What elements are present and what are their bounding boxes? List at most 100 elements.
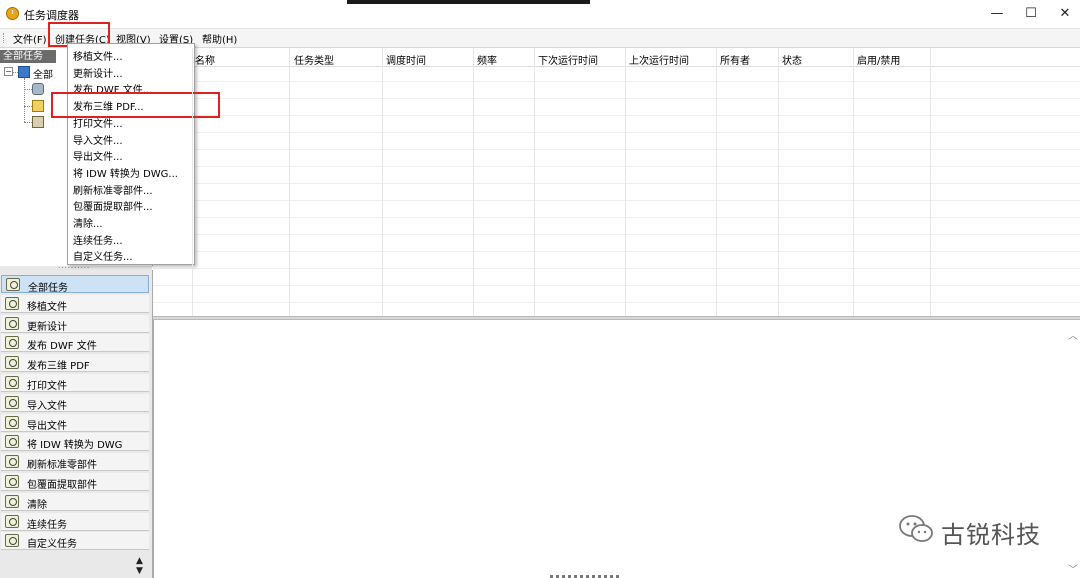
- category-item[interactable]: 连续任务: [1, 512, 149, 531]
- task-clock-icon: [5, 475, 19, 488]
- window-title: 任务调度器: [24, 9, 79, 22]
- background-window-strip: [347, 0, 590, 4]
- category-item[interactable]: 导出文件: [1, 413, 149, 432]
- tree-child-user-icon[interactable]: [32, 83, 44, 95]
- menu-file[interactable]: 文件(F): [13, 31, 47, 46]
- column-separator[interactable]: [716, 48, 717, 316]
- category-label: 清除: [27, 499, 47, 511]
- column-header[interactable]: 状态: [782, 52, 802, 67]
- category-item[interactable]: 发布 DWF 文件: [1, 334, 149, 353]
- category-label: 刷新标准零部件: [27, 460, 97, 472]
- highlight-box-pdf: [51, 92, 220, 118]
- category-label: 更新设计: [27, 321, 67, 333]
- column-header[interactable]: 下次运行时间: [538, 52, 598, 67]
- column-separator[interactable]: [192, 48, 193, 316]
- tree-header: 全部任务: [0, 50, 56, 63]
- category-item[interactable]: 全部任务: [1, 275, 149, 294]
- category-item[interactable]: 发布三维 PDF: [1, 354, 149, 373]
- column-separator[interactable]: [625, 48, 626, 316]
- task-clock-icon: [5, 534, 19, 548]
- column-header[interactable]: 启用/禁用: [857, 52, 900, 67]
- category-item[interactable]: 刷新标准零部件: [1, 453, 149, 472]
- tree-connector: [24, 106, 32, 107]
- category-label: 移植文件: [27, 301, 67, 313]
- category-label: 全部任务: [28, 283, 68, 294]
- category-label: 将 IDW 转换为 DWG: [27, 440, 123, 452]
- tree-connector: [24, 89, 32, 90]
- task-clock-icon: [5, 356, 19, 370]
- task-table-header: [153, 48, 1080, 67]
- column-header[interactable]: 所有者: [720, 52, 750, 67]
- task-clock-icon: [6, 278, 20, 291]
- dropdown-item[interactable]: 导入文件...: [73, 132, 123, 147]
- task-category-list: 全部任务移植文件更新设计发布 DWF 文件 发布三维 PDF 打印文件导入文件导出文…: [0, 270, 153, 578]
- tree-root-label[interactable]: 全部: [33, 66, 53, 81]
- tree-collapse-toggle[interactable]: −: [4, 67, 13, 76]
- tree-connector: [24, 122, 32, 123]
- task-clock-icon: [5, 296, 19, 310]
- column-header[interactable]: 调度时间: [386, 52, 426, 67]
- close-button[interactable]: ✕: [1050, 4, 1080, 24]
- minimize-button[interactable]: —: [982, 4, 1012, 24]
- dropdown-item[interactable]: 刷新标准零部件...: [73, 182, 153, 197]
- category-item[interactable]: 自定义任务: [1, 532, 149, 551]
- category-label: 包覆面提取部件: [27, 480, 97, 491]
- category-item[interactable]: 导入文件: [1, 393, 149, 412]
- column-separator[interactable]: [930, 48, 931, 316]
- tree-child-folder-icon[interactable]: [32, 100, 44, 112]
- category-label: 导入文件: [27, 400, 67, 412]
- scroll-arrow-icon[interactable]: ▲ ▼: [136, 556, 143, 576]
- scroll-up-icon[interactable]: ︿: [1068, 327, 1078, 342]
- tree-connector: [24, 78, 25, 122]
- task-clock-icon: [5, 455, 19, 469]
- scroll-down-icon[interactable]: ﹀: [1068, 561, 1078, 576]
- column-separator[interactable]: [778, 48, 779, 316]
- maximize-button[interactable]: ☐: [1016, 4, 1046, 24]
- column-separator[interactable]: [289, 48, 290, 316]
- category-item[interactable]: 移植文件: [1, 294, 149, 313]
- task-clock-icon: [5, 514, 19, 528]
- dropdown-item[interactable]: 更新设计...: [73, 65, 123, 80]
- task-clock-icon: [5, 494, 19, 508]
- dropdown-item[interactable]: 导出文件...: [73, 148, 123, 163]
- app-clock-icon: [6, 7, 19, 20]
- category-item[interactable]: 打印文件: [1, 374, 149, 392]
- category-label: 连续任务: [27, 519, 67, 531]
- category-item[interactable]: 清除: [1, 492, 149, 511]
- tree-root-icon[interactable]: [18, 66, 30, 78]
- dropdown-item[interactable]: 包覆面提取部件...: [73, 198, 153, 213]
- column-separator[interactable]: [534, 48, 535, 316]
- task-clock-icon: [5, 376, 19, 389]
- task-clock-icon: [5, 435, 19, 449]
- dropdown-item[interactable]: 自定义任务...: [73, 248, 133, 263]
- task-clock-icon: [5, 395, 19, 409]
- dropdown-item[interactable]: 将 IDW 转换为 DWG...: [73, 165, 178, 180]
- category-label: 导出文件: [27, 420, 67, 432]
- create-task-dropdown: 移植文件... 更新设计... 发布 DWF 文件... 发布三维 PDF... 打印文…: [67, 43, 195, 265]
- menu-help[interactable]: 帮助(H): [202, 31, 237, 46]
- category-label: 发布 DWF 文件: [27, 341, 97, 353]
- menu-grip[interactable]: [3, 33, 6, 43]
- dropdown-item[interactable]: 连续任务...: [73, 232, 123, 247]
- category-item[interactable]: 包覆面提取部件: [1, 473, 149, 491]
- column-header[interactable]: 上次运行时间: [629, 52, 689, 67]
- column-header[interactable]: 名称: [195, 52, 215, 67]
- task-clock-icon: [5, 336, 19, 350]
- column-separator[interactable]: [473, 48, 474, 316]
- column-separator[interactable]: [382, 48, 383, 316]
- task-table: [153, 48, 1080, 316]
- dropdown-item[interactable]: 清除...: [73, 215, 103, 230]
- category-label: 自定义任务: [27, 539, 77, 551]
- column-header[interactable]: 任务类型: [294, 52, 334, 67]
- dropdown-item[interactable]: 移植文件...: [73, 48, 123, 63]
- title-bar: [0, 0, 1080, 29]
- task-clock-icon: [5, 415, 19, 429]
- wechat-logo-icon: [899, 515, 933, 542]
- tree-child-document-icon[interactable]: [32, 116, 44, 128]
- watermark-text: 古锐科技: [941, 521, 1041, 549]
- category-label: 发布三维 PDF: [27, 361, 90, 373]
- column-header[interactable]: 频率: [477, 52, 497, 67]
- column-separator[interactable]: [853, 48, 854, 316]
- category-item[interactable]: 将 IDW 转换为 DWG: [1, 433, 149, 452]
- category-item[interactable]: 更新设计: [1, 314, 149, 333]
